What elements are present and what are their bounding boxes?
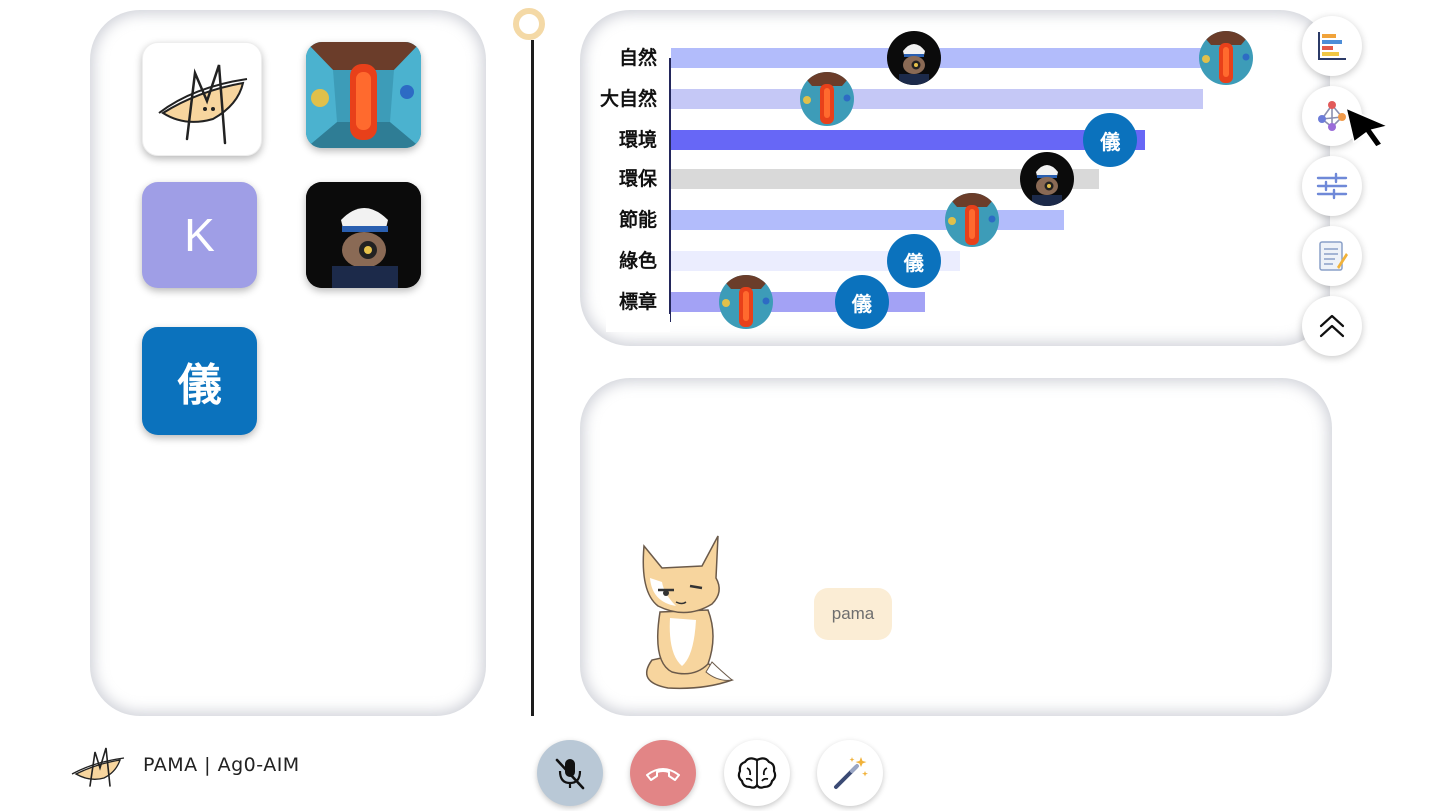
chart-bar <box>671 48 1249 68</box>
brand-title: PAMA | Ag0-AIM <box>143 754 300 776</box>
chat-message-bubble: pama <box>814 588 892 640</box>
chart-avatar-marker[interactable]: 儀 <box>834 275 889 329</box>
chevron-up-icon <box>1319 314 1345 338</box>
mic-off-icon <box>555 758 585 790</box>
camera-man-photo <box>306 182 421 288</box>
participant-tile-yi[interactable]: 儀 <box>142 327 257 435</box>
chart-category-label: 綠色 <box>618 250 657 272</box>
mute-mic-button[interactable] <box>537 740 603 806</box>
timeline-line <box>531 40 534 716</box>
settings-sliders-button[interactable] <box>1302 156 1362 216</box>
chart-bar <box>671 89 1203 109</box>
magic-wand-button[interactable] <box>817 740 883 806</box>
participant-initial: K <box>184 209 215 261</box>
notepad-icon <box>1319 241 1348 271</box>
chart-category-label: 節能 <box>618 209 657 231</box>
participant-tile-k[interactable]: K <box>142 182 257 288</box>
chart-avatar-marker[interactable]: 儀 <box>886 234 941 288</box>
chart-avatar-marker[interactable] <box>886 31 941 85</box>
collapse-button[interactable] <box>1302 296 1362 356</box>
brand-logo-icon <box>71 747 125 787</box>
phone-hangup-icon <box>646 768 680 781</box>
participant-tile-pama[interactable] <box>142 42 262 156</box>
bar-chart-icon <box>1318 32 1346 60</box>
chart-avatar-marker[interactable] <box>719 275 774 329</box>
chart-avatar-marker[interactable] <box>800 72 855 126</box>
participant-initial: 儀 <box>177 360 222 411</box>
chart-avatar-marker[interactable]: 儀 <box>1083 113 1138 167</box>
chart-category-label: 大自然 <box>599 88 657 110</box>
chart-category-label: 環保 <box>618 168 657 190</box>
timeline-marker[interactable] <box>513 8 545 40</box>
magic-wand-icon <box>834 757 868 789</box>
hallway-photo <box>306 42 421 148</box>
chart-avatar-marker[interactable] <box>1198 31 1253 85</box>
chart-category-label: 自然 <box>618 47 657 69</box>
mouse-cursor-icon <box>1344 106 1391 148</box>
sliders-icon <box>1316 172 1348 200</box>
participant-tile-camera-man[interactable] <box>306 182 421 288</box>
fox-mascot-icon <box>642 535 734 690</box>
chart-avatar-marker[interactable] <box>1019 152 1074 206</box>
chart-axis-foot <box>606 314 670 332</box>
chart-bar <box>671 210 1065 230</box>
brain-ai-button[interactable] <box>724 740 790 806</box>
notes-button[interactable] <box>1302 226 1362 286</box>
chart-avatar-marker[interactable] <box>944 193 999 247</box>
brain-icon <box>737 757 777 789</box>
participant-tile-hallway[interactable] <box>306 42 421 148</box>
chart-bar <box>671 130 1145 150</box>
pama-logo-icon <box>158 64 248 145</box>
chart-category-label: 環境 <box>618 129 657 151</box>
hang-up-button[interactable] <box>630 740 696 806</box>
chart-category-label: 標章 <box>618 291 657 313</box>
bar-chart-button[interactable] <box>1302 16 1362 76</box>
